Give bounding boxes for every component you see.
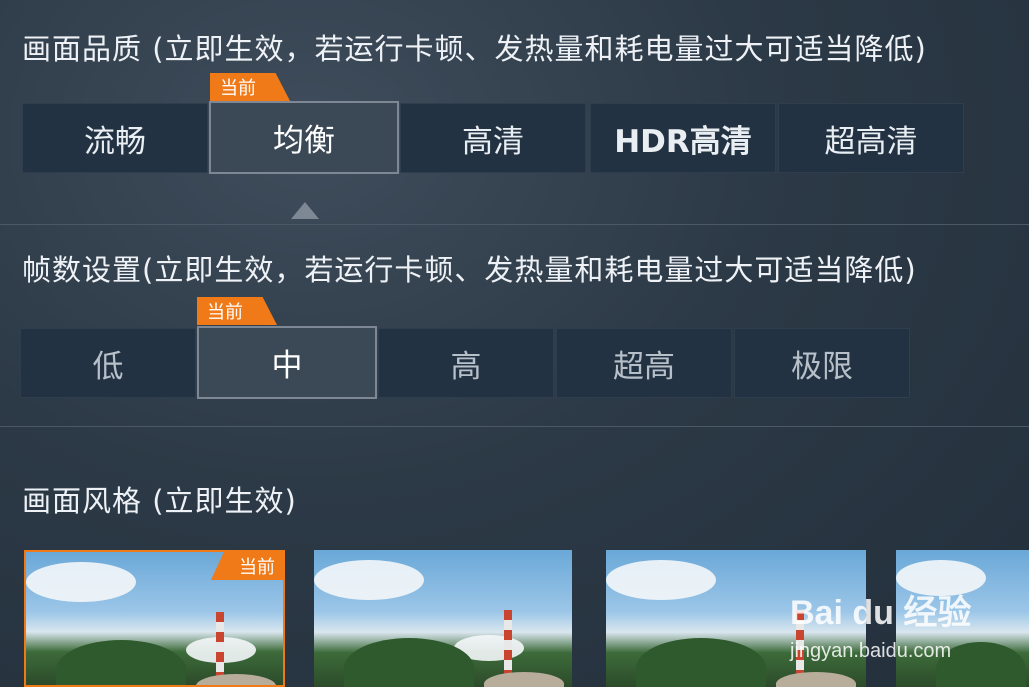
quality-section-title: 画面品质 (立即生效，若运行卡顿、发热量和耗电量过大可适当降低) (22, 32, 927, 66)
framerate-option-extreme[interactable]: 极限 (734, 328, 910, 398)
watermark-logo: Bai du 经验 (790, 594, 972, 632)
style-thumbnail-2[interactable] (314, 550, 572, 687)
dome (196, 674, 276, 685)
framerate-current-badge: 当前 (197, 297, 277, 325)
style-thumbnail-1[interactable]: 当前 (24, 550, 285, 687)
divider (0, 224, 1029, 225)
style-current-badge: 当前 (211, 552, 283, 580)
quality-current-badge: 当前 (210, 73, 290, 101)
quality-option-balanced[interactable]: 均衡 (209, 101, 399, 174)
framerate-option-high[interactable]: 高 (378, 328, 554, 398)
tree (636, 638, 766, 687)
dome (776, 672, 856, 687)
style-section-title: 画面风格 (立即生效) (22, 484, 297, 518)
quality-option-hd[interactable]: 高清 (400, 103, 586, 173)
divider (0, 426, 1029, 427)
framerate-section-title: 帧数设置(立即生效，若运行卡顿、发热量和耗电量过大可适当降低) (22, 253, 917, 287)
quality-option-smooth[interactable]: 流畅 (22, 103, 208, 173)
quality-option-hdr[interactable]: HDR高清 (590, 103, 776, 173)
framerate-option-medium[interactable]: 中 (197, 326, 377, 399)
dome (484, 672, 564, 687)
cloud (26, 562, 136, 602)
cloud (314, 560, 424, 600)
caret-up-icon (291, 202, 319, 219)
cloud (606, 560, 716, 600)
framerate-option-ultra[interactable]: 超高 (556, 328, 732, 398)
quality-option-uhd[interactable]: 超高清 (778, 103, 964, 173)
framerate-option-low[interactable]: 低 (20, 328, 196, 398)
tree (56, 640, 186, 685)
watermark-url: jingyan.baidu.com (790, 640, 952, 662)
